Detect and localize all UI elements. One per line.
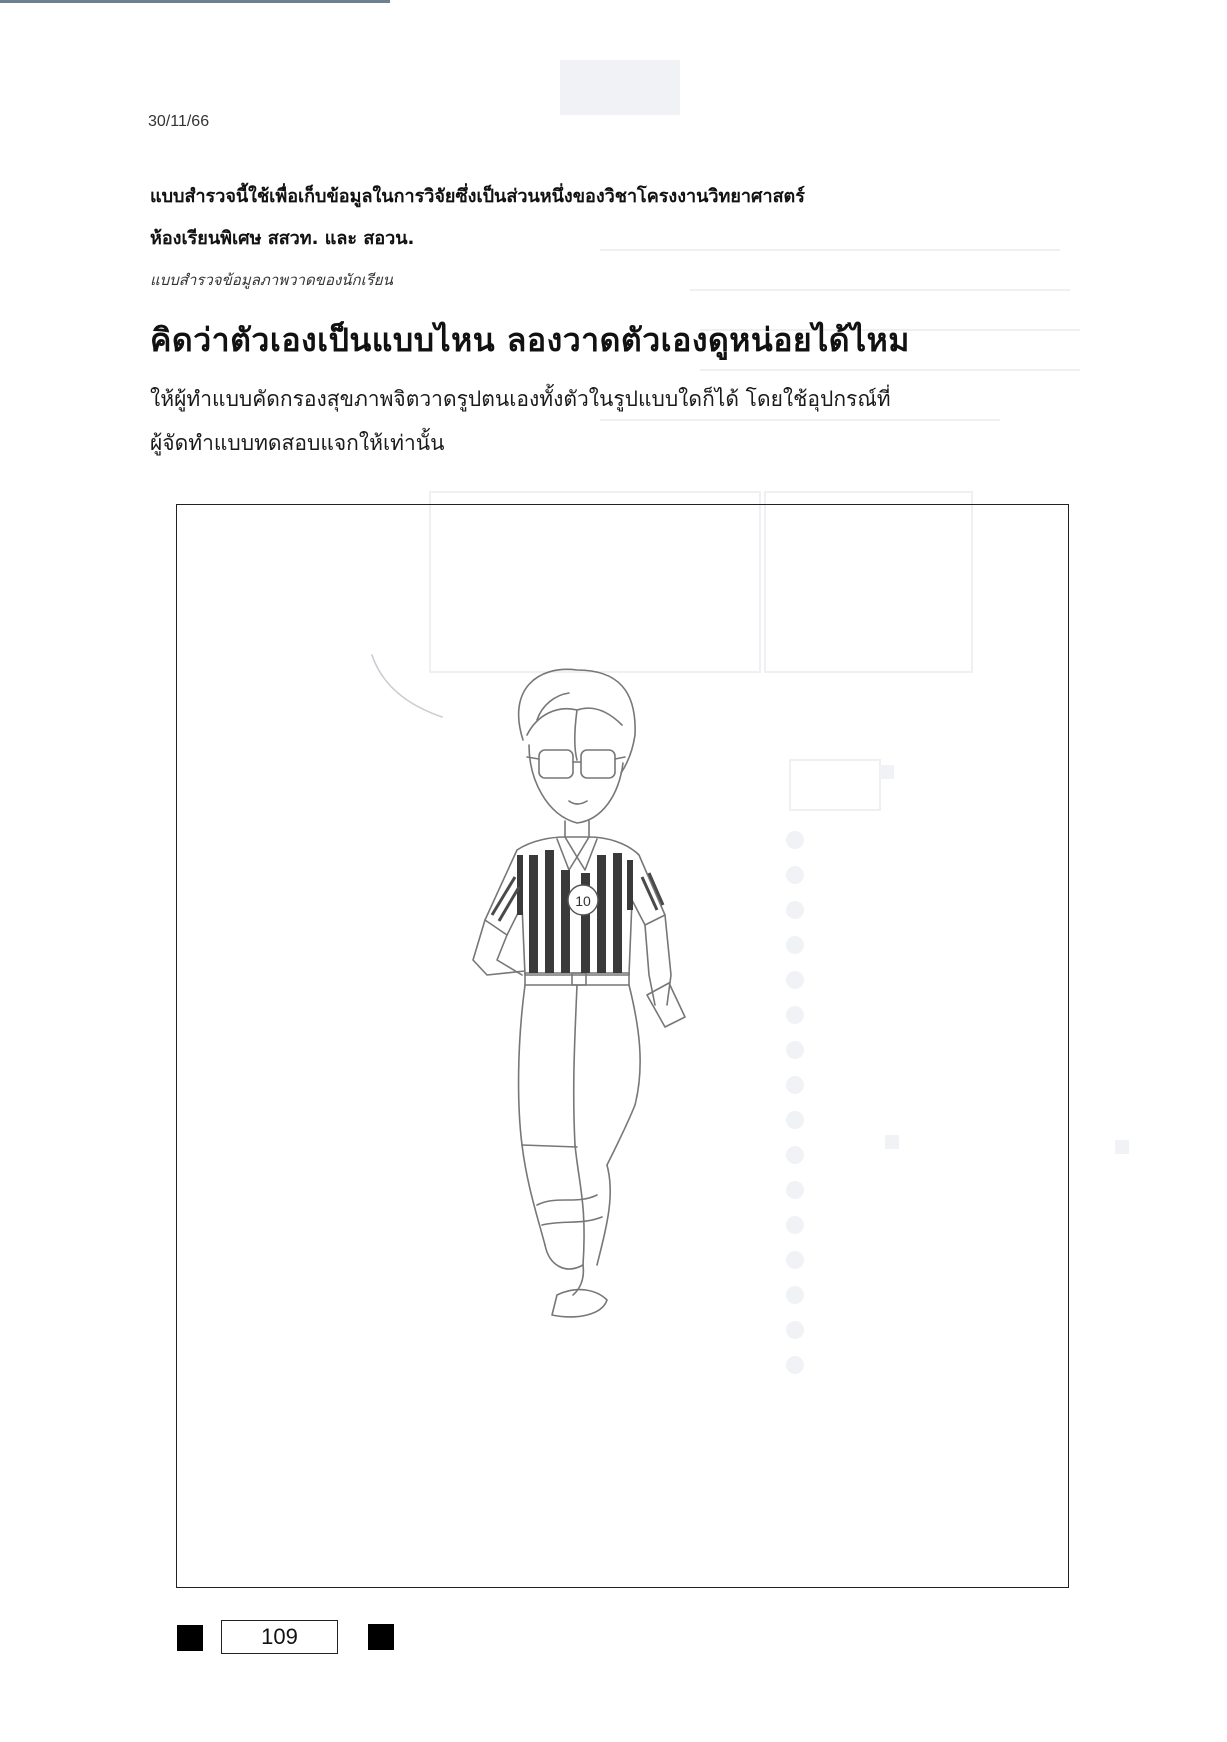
document-date: 30/11/66 (148, 113, 210, 130)
instruction-text: ให้ผู้ทำแบบคัดกรองสุขภาพจิตวาดรูปตนเองทั… (150, 377, 1050, 465)
survey-subtitle: แบบสำรวจข้อมูลภาพวาดของนักเรียน (150, 271, 393, 289)
intro-line-2: ห้องเรียนพิเศษ สสวท. และ สอวน. (150, 228, 415, 249)
registration-mark-right (368, 1624, 394, 1650)
registration-mark-left (177, 1625, 203, 1651)
jersey-number: 10 (575, 893, 591, 909)
instruction-line-2: ผู้จัดทำแบบทดสอบแจกให้เท่านั้น (150, 431, 445, 455)
page-id-box: 109 (221, 1620, 338, 1654)
instruction-line-1: ให้ผู้ทำแบบคัดกรองสุขภาพจิตวาดรูปตนเองทั… (150, 387, 891, 411)
intro-text: แบบสำรวจนี้ใช้เพื่อเก็บข้อมูลในการวิจัยซ… (150, 176, 1080, 260)
intro-line-1: แบบสำรวจนี้ใช้เพื่อเก็บข้อมูลในการวิจัยซ… (150, 186, 805, 207)
scan-edge-line (0, 0, 390, 3)
page-title: คิดว่าตัวเองเป็นแบบไหน ลองวาดตัวเองดูหน่… (150, 321, 910, 359)
drawing-area-frame: 10 (176, 504, 1069, 1588)
pencil-self-portrait-drawing: 10 (371, 654, 686, 1318)
